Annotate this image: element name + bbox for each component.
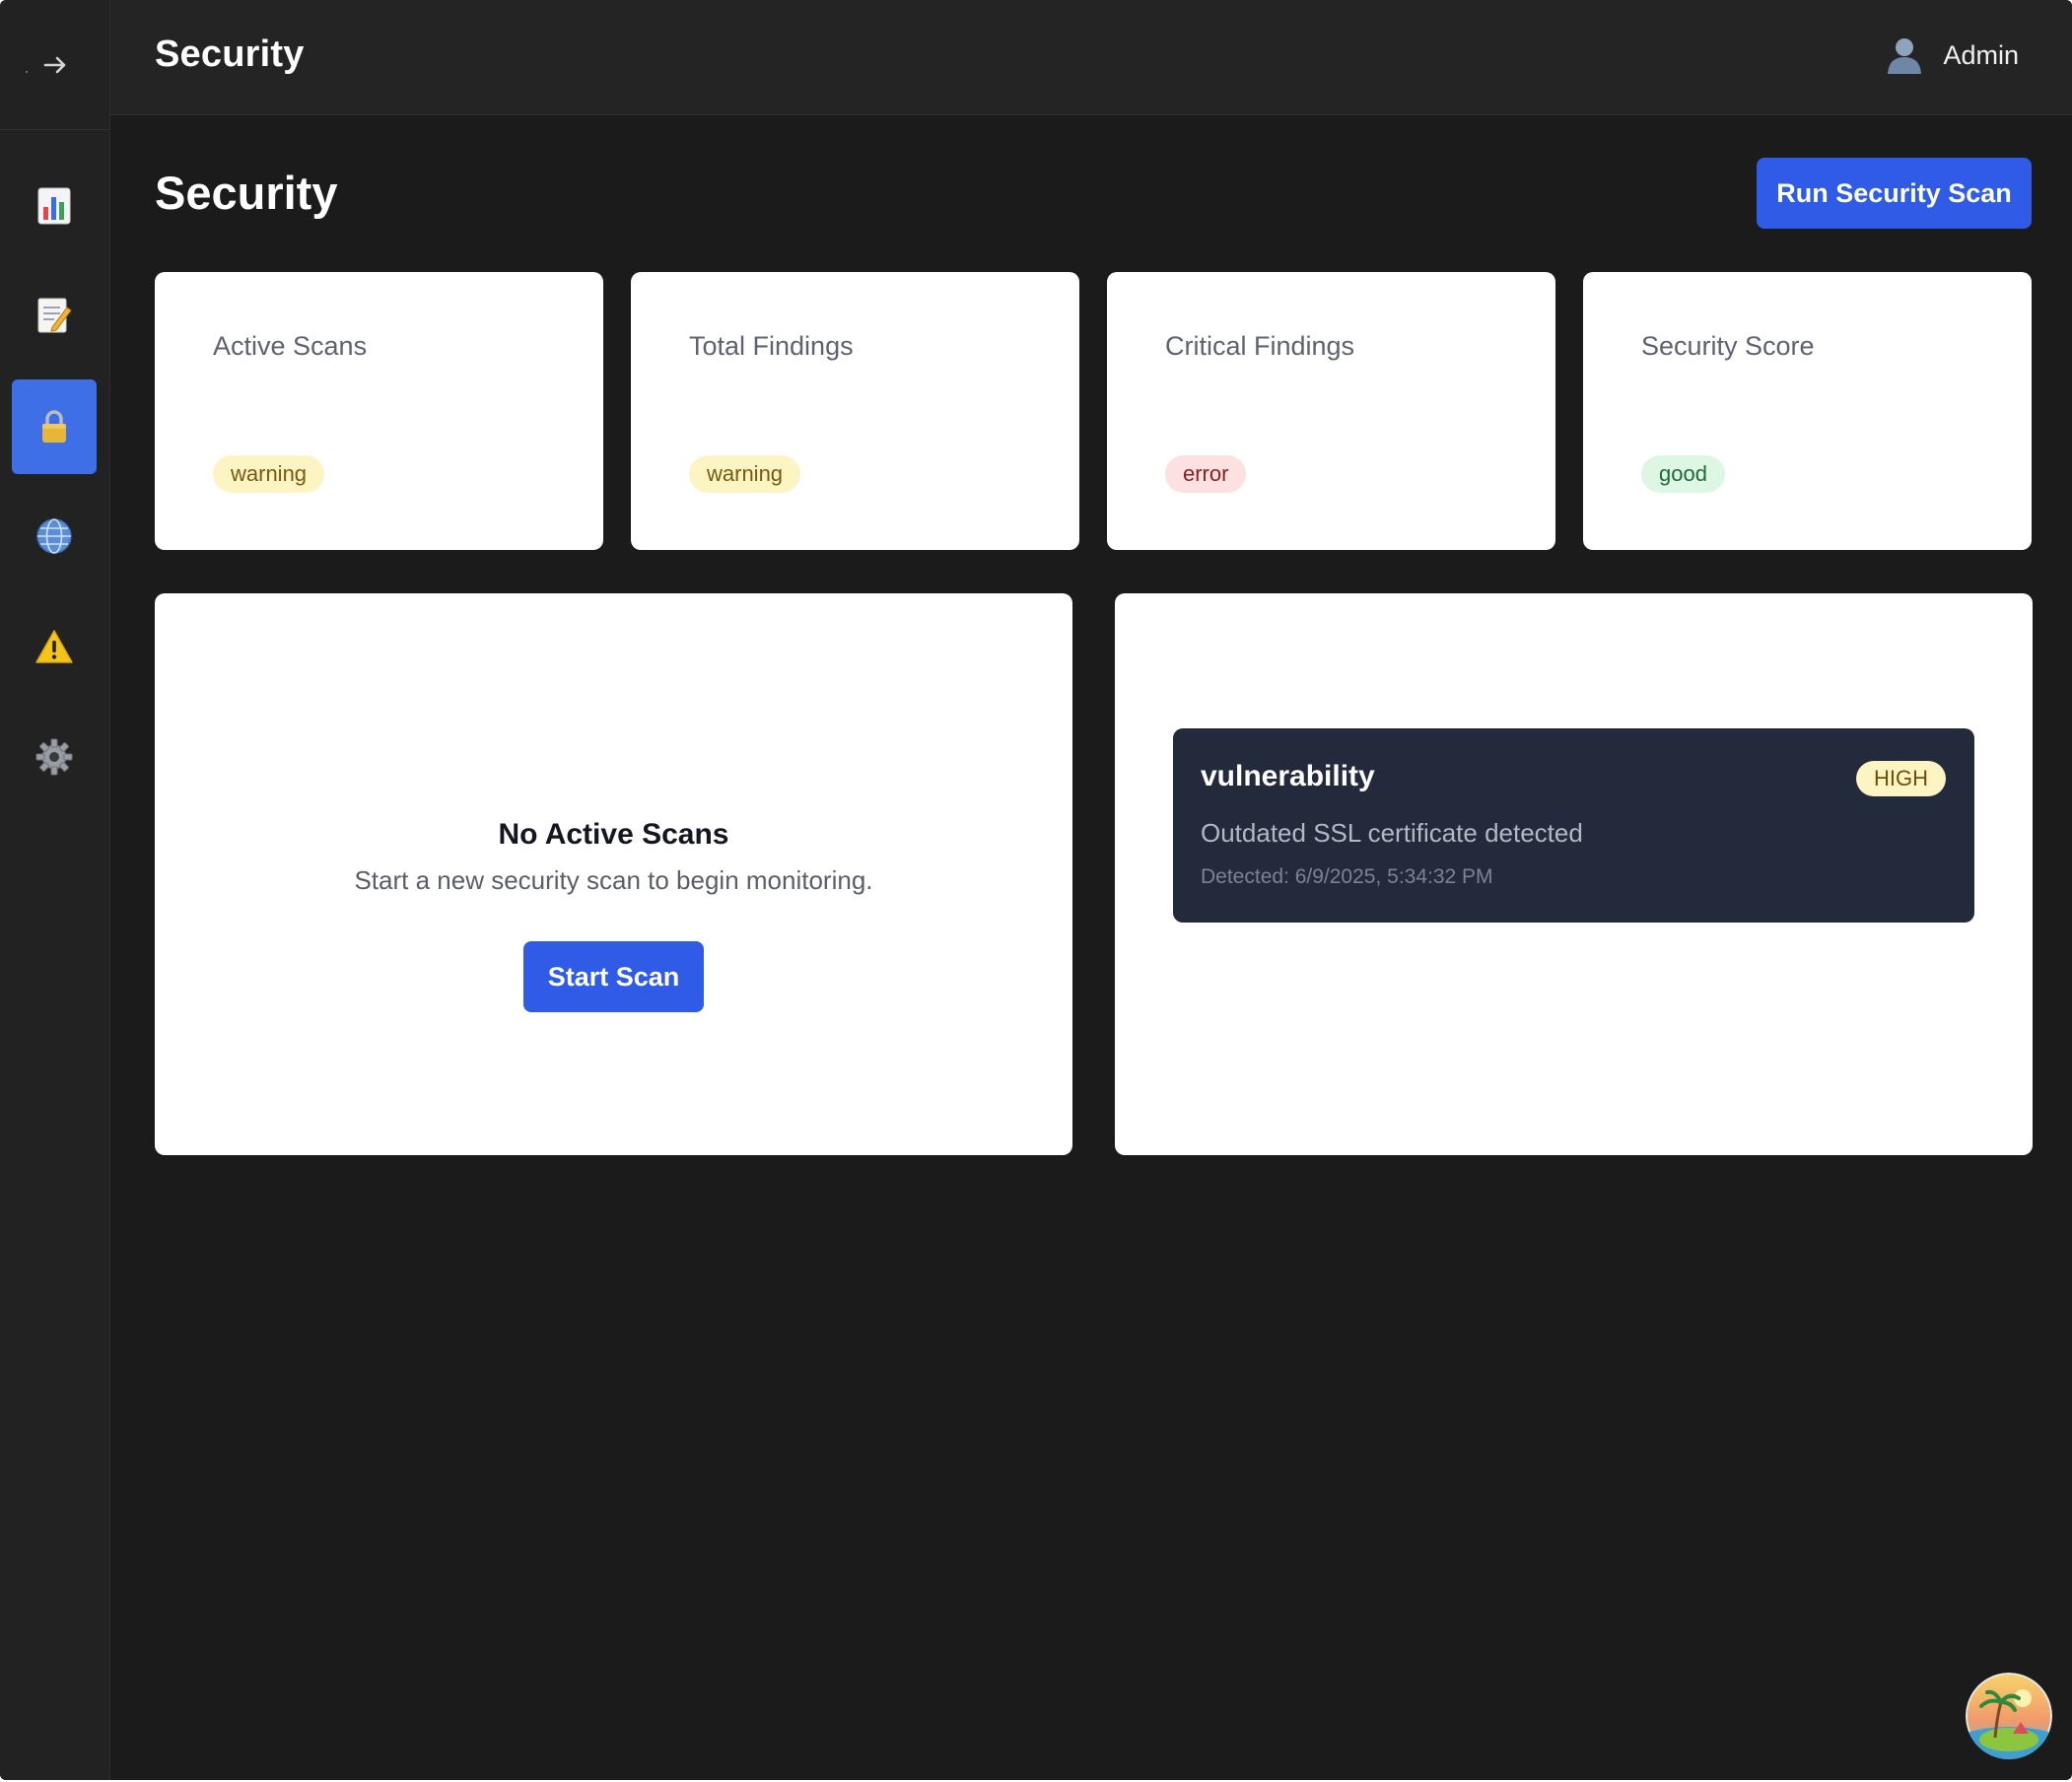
sidebar-item-security[interactable] — [12, 379, 97, 474]
sidebar-item-dashboard[interactable] — [12, 159, 97, 253]
start-scan-button[interactable]: Start Scan — [523, 941, 704, 1012]
sidebar-item-notes[interactable] — [12, 268, 97, 363]
expand-sidebar-button[interactable] — [35, 45, 75, 85]
arrow-right-icon — [43, 56, 66, 74]
stat-label: Critical Findings — [1165, 331, 1355, 361]
user-icon — [1888, 38, 1922, 74]
bar-chart-icon — [37, 187, 71, 225]
finding-card[interactable]: vulnerability HIGH Outdated SSL certific… — [1173, 728, 1974, 923]
stat-card-active-scans: Active Scans warning — [155, 272, 603, 550]
active-scans-panel: No Active Scans Start a new security sca… — [155, 593, 1072, 1155]
lock-icon — [42, 410, 66, 443]
stat-card-total-findings: Total Findings warning — [631, 272, 1079, 550]
user-menu[interactable]: Admin — [1886, 35, 2019, 75]
stat-card-security-score: Security Score good — [1583, 272, 2032, 550]
status-badge: warning — [213, 455, 325, 493]
finding-type: vulnerability — [1201, 760, 1375, 792]
topbar: Security Admin — [110, 0, 2072, 115]
sidebar-header — [0, 0, 109, 130]
island-icon — [1966, 1673, 2052, 1759]
gear-icon — [35, 738, 73, 776]
memo-icon — [37, 298, 72, 333]
status-badge: error — [1165, 455, 1247, 493]
run-security-scan-button[interactable]: Run Security Scan — [1757, 158, 2032, 229]
finding-timestamp: Detected: 6/9/2025, 5:34:32 PM — [1201, 865, 1493, 888]
sidebar — [0, 0, 110, 1780]
globe-icon — [36, 518, 72, 554]
severity-badge: HIGH — [1856, 761, 1946, 796]
user-name: Admin — [1943, 39, 2019, 70]
warning-icon — [35, 630, 73, 663]
findings-panel: vulnerability HIGH Outdated SSL certific… — [1115, 593, 2033, 1155]
app-title: Security — [155, 34, 305, 75]
empty-state-title: No Active Scans — [498, 818, 729, 851]
sidebar-item-alerts[interactable] — [12, 599, 97, 694]
page-title: Security — [155, 167, 338, 219]
status-badge: warning — [689, 455, 801, 493]
status-badge: good — [1641, 455, 1725, 493]
sidebar-item-network[interactable] — [12, 489, 97, 583]
finding-description: Outdated SSL certificate detected — [1201, 818, 1583, 848]
sidebar-item-settings[interactable] — [12, 710, 97, 804]
assistant-avatar[interactable] — [1966, 1673, 2052, 1759]
stat-label: Security Score — [1641, 331, 1815, 361]
stat-card-critical-findings: Critical Findings error — [1107, 272, 1555, 550]
stat-label: Active Scans — [213, 331, 368, 361]
empty-state-description: Start a new security scan to begin monit… — [354, 865, 873, 895]
app-window: Security Admin Security Run Security Sca… — [0, 0, 2072, 1780]
dot-mark — [26, 71, 28, 73]
stat-label: Total Findings — [689, 331, 854, 361]
